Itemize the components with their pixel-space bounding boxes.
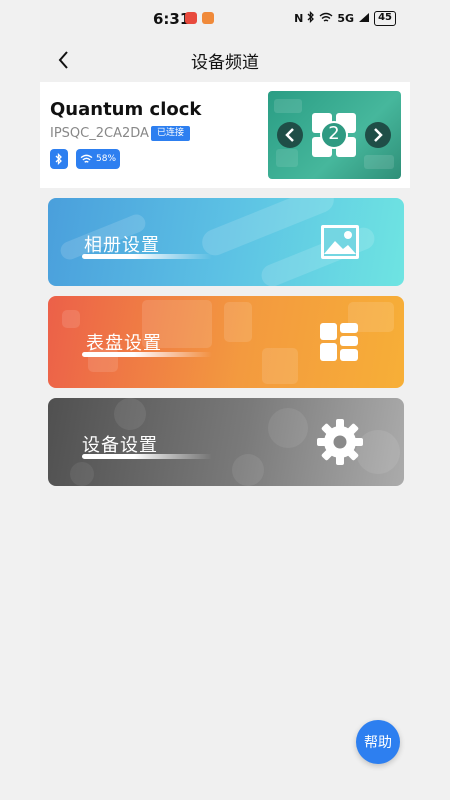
bluetooth-badge (50, 149, 68, 169)
preview-page-number: 2 (328, 123, 340, 144)
battery-indicator: 45 (374, 11, 396, 26)
dial-settings-card[interactable]: 表盘设置 (48, 296, 404, 388)
status-bar: 6:31 N 5G 45 (40, 0, 410, 38)
status-indicators: N 5G 45 (294, 10, 396, 26)
device-settings-card[interactable]: 设备设置 (48, 398, 404, 486)
header: 设备频道 (40, 38, 410, 80)
decor-tile (224, 302, 252, 342)
decor-tile (262, 348, 298, 384)
wifi-status-icon (319, 12, 333, 26)
device-info-card[interactable]: Quantum clock IPSQC_2CA2DA 已连接 58% 2 (40, 82, 410, 188)
device-preview-image: 2 (268, 91, 401, 179)
cellular-signal-icon (358, 12, 370, 26)
bluetooth-status-icon (307, 10, 315, 26)
notification-app-icon (185, 12, 197, 24)
help-button[interactable]: 帮助 (356, 720, 400, 764)
signal-type: 5G (337, 12, 355, 25)
connection-status-badge: 已连接 (151, 126, 191, 141)
notification-app-icon (202, 12, 214, 24)
nfc-icon: N (294, 12, 304, 25)
grid-layout-icon (320, 323, 358, 361)
device-channel-page: 6:31 N 5G 45 设备频道 Quantum clock IPSQC_2C… (40, 0, 410, 800)
wifi-icon (80, 154, 93, 163)
album-settings-card[interactable]: 相册设置 (48, 198, 404, 286)
device-id: IPSQC_2CA2DA (50, 126, 149, 141)
wifi-strength: 58% (96, 154, 117, 164)
label-underline (82, 254, 212, 259)
label-underline (82, 454, 212, 459)
gear-icon (317, 419, 363, 465)
page-title: 设备频道 (191, 53, 259, 73)
image-icon (321, 225, 359, 259)
device-name: Quantum clock (50, 99, 202, 120)
wifi-badge: 58% (76, 149, 121, 169)
bluetooth-icon (55, 153, 62, 165)
decor-tile (62, 310, 80, 328)
label-underline (82, 352, 212, 357)
